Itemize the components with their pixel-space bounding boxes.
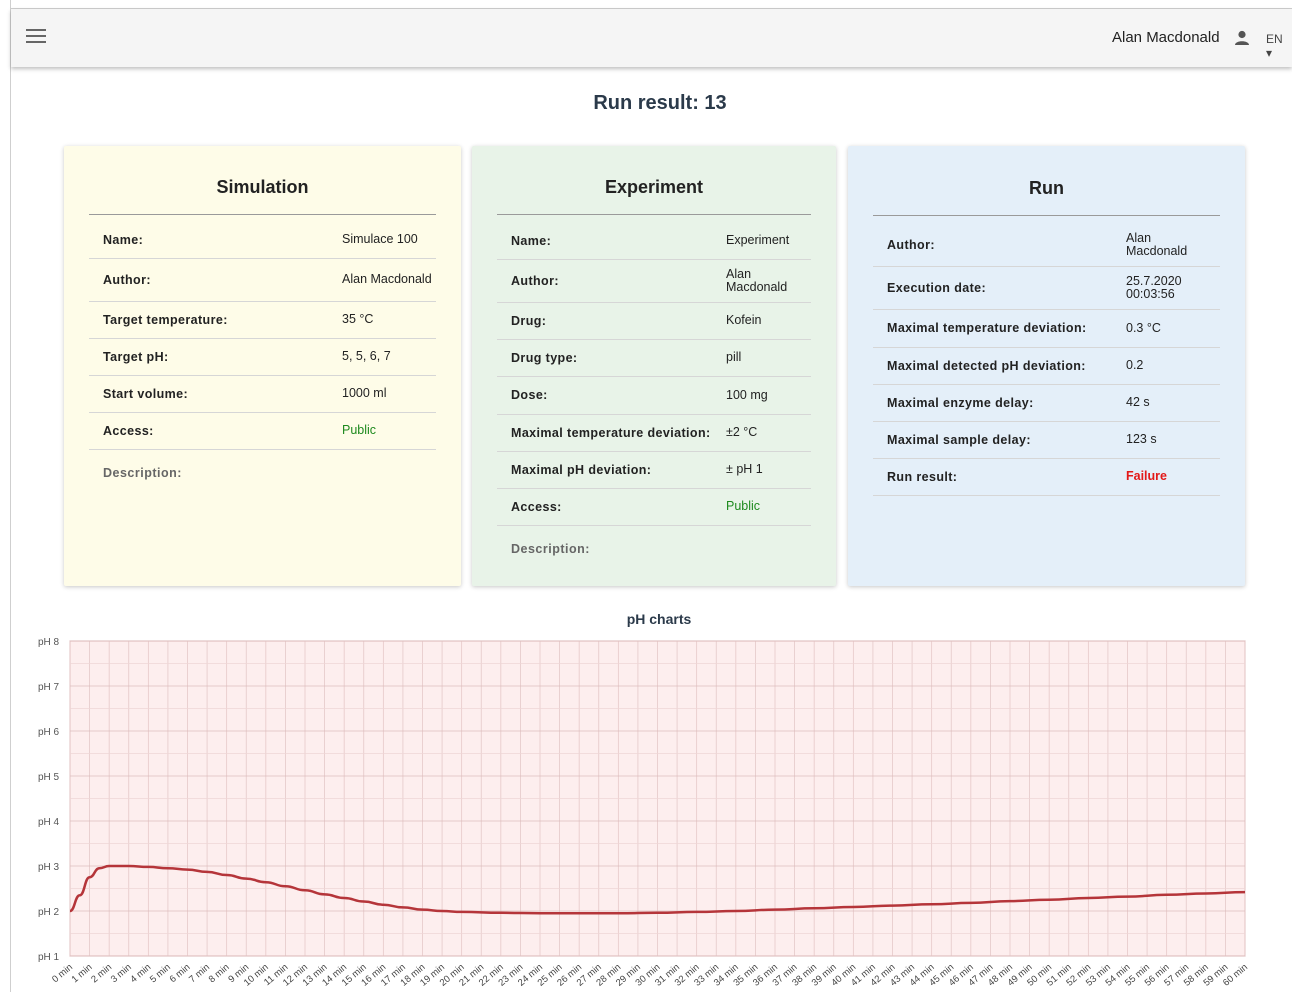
simulation-row: Target pH: 5, 5, 6, 7 xyxy=(89,338,436,376)
experiment-card: Experiment Name: Experiment Author: Alan Ma… xyxy=(472,146,836,586)
x-tick-label: 4 min xyxy=(128,962,153,985)
x-tick-label: 1 min xyxy=(70,962,95,985)
run-row-value: 123 s xyxy=(1126,432,1157,446)
run-row-value: 42 s xyxy=(1126,395,1150,409)
run-card-title: Run xyxy=(1029,178,1064,198)
experiment-row: Drug type: pill xyxy=(497,339,811,377)
x-tick-label: 6 min xyxy=(168,962,193,985)
language-select[interactable]: EN ▾ xyxy=(1266,32,1292,60)
experiment-row-label: Drug type: xyxy=(511,350,578,365)
simulation-row-label: Author: xyxy=(103,272,151,287)
run-row-value: 25.7.2020 00:03:56 xyxy=(1126,273,1182,301)
experiment-row-value: Experiment xyxy=(726,233,790,247)
experiment-row: Author: Alan Macdonald xyxy=(497,259,811,303)
experiment-row-value: Alan Macdonald xyxy=(726,266,788,294)
simulation-row-value: 1000 ml xyxy=(342,386,387,400)
y-tick-label: pH 6 xyxy=(38,727,60,738)
y-tick-label: pH 3 xyxy=(38,862,60,873)
run-row: Author: Alan Macdonald xyxy=(873,223,1220,267)
experiment-row: Maximal pH deviation: ± pH 1 xyxy=(497,451,811,489)
run-row-label: Maximal sample delay: xyxy=(887,432,1031,447)
y-tick-label: pH 7 xyxy=(38,682,60,693)
run-row-label: Author: xyxy=(887,237,935,252)
simulation-row-label: Target pH: xyxy=(103,349,169,364)
experiment-row: Dose: 100 mg xyxy=(497,376,811,415)
y-tick-label: pH 4 xyxy=(38,817,60,828)
run-card-divider xyxy=(873,215,1220,216)
simulation-card-title: Simulation xyxy=(216,177,309,197)
run-row: Maximal temperature deviation: 0.3 °C xyxy=(873,309,1220,348)
run-row: Run result: Failure xyxy=(873,458,1220,496)
simulation-row: Start volume: 1000 ml xyxy=(89,375,436,413)
experiment-row-label: Maximal pH deviation: xyxy=(511,462,652,477)
run-row-label: Maximal temperature deviation: xyxy=(887,321,1087,335)
x-tick-label: 0 min xyxy=(50,962,75,985)
experiment-row-label: Maximal temperature deviation: xyxy=(511,425,711,440)
experiment-row-value: ± pH 1 xyxy=(726,462,763,476)
y-tick-label: pH 2 xyxy=(38,907,60,918)
user-name[interactable]: Alan Macdonald xyxy=(1112,29,1220,46)
simulation-row: Author: Alan Macdonald xyxy=(89,258,436,302)
simulation-row: Target temperature: 35 °C xyxy=(89,301,436,339)
ph-line-chart: 0 min1 min2 min3 min4 min5 min6 min7 min… xyxy=(38,637,1250,989)
x-tick-label: 8 min xyxy=(207,962,232,985)
x-tick-label: 2 min xyxy=(89,962,114,985)
run-row: Maximal enzyme delay: 42 s xyxy=(873,384,1220,422)
run-row-label: Execution date: xyxy=(887,280,987,295)
y-tick-label: pH 8 xyxy=(38,637,60,648)
app-bar: Alan Macdonald EN ▾ xyxy=(11,9,1292,67)
experiment-row-value: Public xyxy=(726,499,761,513)
run-row-value: Failure xyxy=(1126,469,1167,483)
experiment-row-value: ±2 °C xyxy=(726,425,758,439)
experiment-row-label: Name: xyxy=(511,233,552,248)
experiment-row: Drug: Kofein xyxy=(497,302,811,340)
experiment-card-divider xyxy=(497,214,811,215)
experiment-row-value: pill xyxy=(726,350,742,364)
y-tick-label: pH 1 xyxy=(38,952,60,963)
experiment-row-value: Kofein xyxy=(726,313,762,327)
simulation-row: Name: Simulace 100 xyxy=(89,221,436,259)
user-icon[interactable] xyxy=(1233,29,1251,47)
experiment-row: Maximal temperature deviation: ±2 °C xyxy=(497,414,811,452)
run-row-value: Alan Macdonald xyxy=(1126,230,1188,258)
run-row-label: Maximal enzyme delay: xyxy=(887,395,1034,410)
experiment-row-label: Dose: xyxy=(511,388,548,402)
run-row: Execution date: 25.7.2020 00:03:56 xyxy=(873,266,1220,310)
experiment-row-label: Drug: xyxy=(511,313,547,328)
simulation-row-value: Public xyxy=(342,423,377,437)
simulation-row-label: Access: xyxy=(103,423,154,438)
run-row-value: 0.2 xyxy=(1126,358,1144,372)
simulation-row-label: Start volume: xyxy=(103,386,189,401)
run-row-label: Maximal detected pH deviation: xyxy=(887,358,1086,373)
x-tick-label: 7 min xyxy=(187,962,212,985)
page-title: Run result: 13 xyxy=(593,92,727,114)
simulation-card-divider xyxy=(89,214,436,215)
chart-title: pH charts xyxy=(626,611,692,627)
simulation-row-value: 35 °C xyxy=(342,312,374,326)
x-tick-label: 3 min xyxy=(109,962,134,985)
experiment-row: Name: Experiment xyxy=(497,222,811,260)
simulation-description-label: Description: xyxy=(103,466,182,480)
y-tick-label: pH 5 xyxy=(38,772,60,783)
simulation-row-value: Alan Macdonald xyxy=(342,272,432,286)
run-card: Run Author: Alan Macdonald Execution date:… xyxy=(848,146,1245,586)
experiment-row-label: Author: xyxy=(511,273,559,288)
simulation-row-value: 5, 5, 6, 7 xyxy=(342,349,391,363)
experiment-row: Access: Public xyxy=(497,488,811,526)
run-row: Maximal detected pH deviation: 0.2 xyxy=(873,347,1220,385)
x-tick-label: 5 min xyxy=(148,962,173,985)
hamburger-menu-icon[interactable] xyxy=(26,29,46,45)
experiment-row-value: 100 mg xyxy=(726,387,768,402)
simulation-row-value: Simulace 100 xyxy=(342,232,418,246)
simulation-row: Access: Public xyxy=(89,412,436,450)
experiment-card-title: Experiment xyxy=(604,177,704,197)
run-row: Maximal sample delay: 123 s xyxy=(873,421,1220,459)
run-row-label: Run result: xyxy=(887,469,958,484)
simulation-row-label: Target temperature: xyxy=(103,312,228,327)
run-row-value: 0.3 °C xyxy=(1126,320,1161,335)
simulation-row-label: Name: xyxy=(103,232,144,247)
experiment-row-label: Access: xyxy=(511,499,562,514)
simulation-card: Simulation Name: Simulace 100 Author: Alan … xyxy=(64,146,461,586)
experiment-description-label: Description: xyxy=(511,542,590,556)
